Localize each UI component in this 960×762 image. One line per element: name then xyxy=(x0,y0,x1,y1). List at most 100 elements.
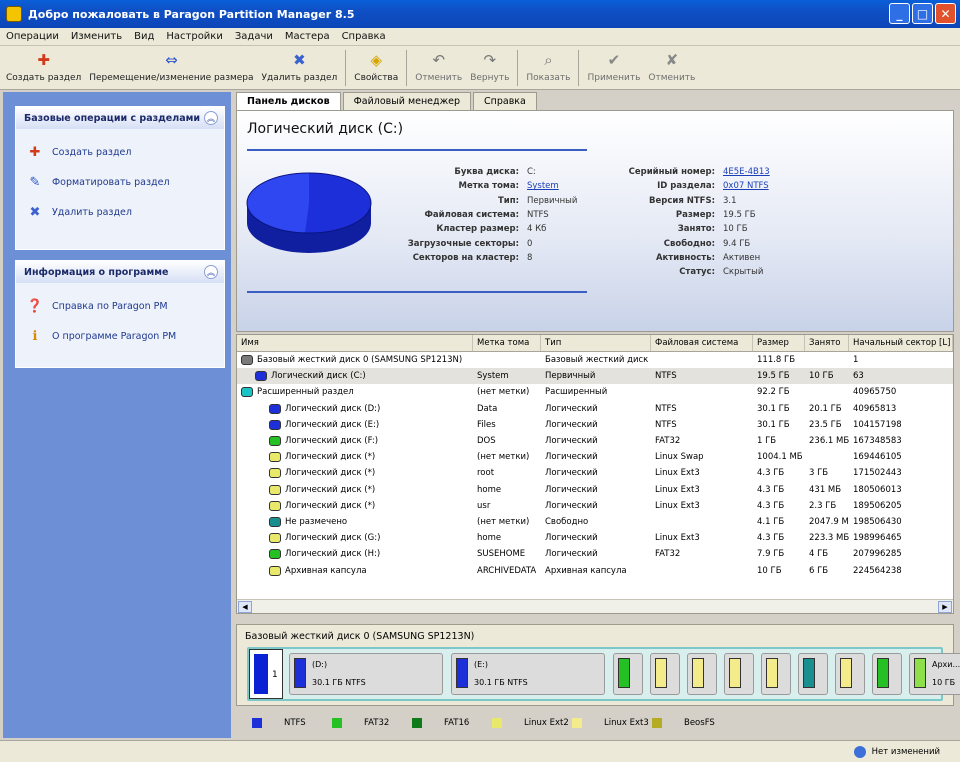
partition-block[interactable] xyxy=(650,653,680,695)
toolbar-button-resize-partition[interactable]: ⇔ Перемещение/изменение размера xyxy=(89,46,253,83)
sidebar-link[interactable]: ✎ Форматировать раздел xyxy=(16,167,224,197)
cell-start: 198996465 xyxy=(853,533,902,544)
horizontal-scrollbar[interactable]: ◀ ▶ xyxy=(237,599,953,613)
partition-block[interactable] xyxy=(872,653,902,695)
table-row[interactable]: Не размечено (нет метки) Свободно 4.1 ГБ 204… xyxy=(237,514,953,530)
column-header[interactable]: Файловая система xyxy=(651,335,753,351)
scroll-right-icon[interactable]: ▶ xyxy=(938,601,952,613)
table-row[interactable]: Логический диск (*) home Логический Linux E… xyxy=(237,482,953,498)
disk-icon xyxy=(269,484,281,495)
sidebar-link[interactable]: ✖ Удалить раздел xyxy=(16,197,224,227)
table-row[interactable]: Логический диск (D:) Data Логический NTFS 30… xyxy=(237,401,953,417)
cell-size: 1 ГБ xyxy=(757,436,777,447)
toolbar: ✚ Создать раздел ⇔ Перемещение/изменение ра… xyxy=(0,46,960,90)
sidebar-link[interactable]: ℹ О программе Paragon PM xyxy=(16,321,224,351)
tab-3[interactable]: Справка xyxy=(473,92,537,110)
detail-value: Первичный xyxy=(527,195,578,206)
minimize-icon[interactable]: _ xyxy=(889,3,910,24)
partition-block[interactable] xyxy=(835,653,865,695)
partition-block[interactable] xyxy=(613,653,643,695)
delete-partition-icon: ✖ xyxy=(293,51,306,69)
primary-partition-block[interactable]: 1 xyxy=(249,649,283,699)
detail-value: 0 xyxy=(527,238,533,249)
toolbar-button-search[interactable]: ⌕ Показать xyxy=(526,46,570,83)
table-row[interactable]: Логический диск (*) root Логический Linux E… xyxy=(237,465,953,481)
table-row[interactable]: Логический диск (G:) home Логический Linux … xyxy=(237,530,953,546)
cell-size: 1004.1 МБ xyxy=(757,452,803,463)
toolbar-button-delete-partition[interactable]: ✖ Удалить раздел xyxy=(262,46,338,83)
collapse-icon[interactable]: ︽ xyxy=(204,111,218,125)
menu-item[interactable]: Задачи xyxy=(235,31,273,42)
cell-size: 30.1 ГБ xyxy=(757,419,790,430)
detail-value[interactable]: 0x07 NTFS xyxy=(723,181,769,191)
partition-color-swatch xyxy=(254,654,268,694)
menu-bar: Операции Изменить Вид Настройки Задачи Мастер… xyxy=(0,28,960,46)
apply-check-icon: ✔ xyxy=(607,51,621,69)
cell-name: Логический диск (F:) xyxy=(237,436,473,447)
table-row[interactable]: Расширенный раздел (нет метки) Расширенный… xyxy=(237,384,953,400)
partition-block[interactable]: Архи... 10 ГБ xyxy=(909,653,960,695)
disk-icon xyxy=(269,452,281,463)
collapse-icon[interactable]: ︽ xyxy=(204,265,218,279)
column-header[interactable]: Занято xyxy=(805,335,849,351)
tab-2[interactable]: Файловый менеджер xyxy=(342,92,472,110)
partition-color-swatch xyxy=(803,658,815,688)
toolbar-button-apply-check[interactable]: ✔ Применить xyxy=(587,46,640,83)
column-header[interactable]: Размер xyxy=(753,335,805,351)
column-header[interactable]: Тип xyxy=(541,335,651,351)
toolbar-button-properties[interactable]: ◈ Свойства xyxy=(354,46,398,83)
panel-title: Базовые операции с разделами xyxy=(16,107,224,129)
partition-block[interactable] xyxy=(687,653,717,695)
disk-icon xyxy=(269,533,281,544)
detail-key: Метка тома: xyxy=(458,181,519,192)
menu-item[interactable]: Справка xyxy=(342,31,386,42)
table-row[interactable]: Архивная капсула ARCHIVEDATA Архивная капс… xyxy=(237,562,953,578)
disk-icon xyxy=(269,565,281,576)
close-icon[interactable]: ✕ xyxy=(935,3,956,24)
menu-item[interactable]: Операции xyxy=(6,31,59,42)
table-row[interactable]: Базовый жесткий диск 0 (SAMSUNG SP1213N)… xyxy=(237,352,953,368)
table-row[interactable]: Логический диск (E:) Files Логический NTFS 3… xyxy=(237,417,953,433)
cell-fs: Linux Ext3 xyxy=(655,533,700,544)
detail-value[interactable]: 4E5E-4B13 xyxy=(723,167,770,177)
menu-item[interactable]: Настройки xyxy=(166,31,222,42)
scroll-left-icon[interactable]: ◀ xyxy=(238,601,252,613)
cell-type: Расширенный xyxy=(545,387,608,398)
cell-label: ARCHIVEDATA xyxy=(477,565,537,576)
menu-item[interactable]: Мастера xyxy=(285,31,330,42)
table-row[interactable]: Логический диск (H:) SUSEHOME Логический FA… xyxy=(237,546,953,562)
partition-block[interactable] xyxy=(724,653,754,695)
menu-item[interactable]: Изменить xyxy=(71,31,122,42)
column-header[interactable]: Метка тома xyxy=(473,335,541,351)
toolbar-button-redo[interactable]: ↷ Вернуть xyxy=(470,46,509,83)
toolbar-button-cancel-x[interactable]: ✘ Отменить xyxy=(648,46,695,83)
partition-color-swatch xyxy=(655,658,667,688)
sidebar-link[interactable]: ✚ Создать раздел xyxy=(16,137,224,167)
maximize-icon[interactable]: □ xyxy=(912,3,933,24)
table-row[interactable]: Логический диск (*) (нет метки) Логический… xyxy=(237,449,953,465)
detail-value: 19.5 ГБ xyxy=(723,210,756,221)
partition-block[interactable] xyxy=(798,653,828,695)
toolbar-button-undo[interactable]: ↶ Отменить xyxy=(415,46,462,83)
partition-size: 30.1 ГБ NTFS xyxy=(474,678,528,687)
tab-1[interactable]: Панель дисков xyxy=(236,92,341,110)
detail-value[interactable]: System xyxy=(527,181,559,191)
disk-icon xyxy=(269,419,281,430)
sidebar-link[interactable]: ❓ Справка по Paragon PM xyxy=(16,291,224,321)
table-row[interactable]: Логический диск (C:) System Первичный NTFS 1… xyxy=(237,368,953,385)
column-header[interactable]: Имя xyxy=(237,335,473,351)
partition-block[interactable]: (D:) 30.1 ГБ NTFS xyxy=(289,653,443,695)
cell-start: 63 xyxy=(853,371,864,382)
toolbar-button-create-partition[interactable]: ✚ Создать раздел xyxy=(6,46,81,83)
menu-item[interactable]: Вид xyxy=(134,31,154,42)
partition-block[interactable]: (E:) 30.1 ГБ NTFS xyxy=(451,653,605,695)
cell-type: Первичный xyxy=(545,371,596,382)
app-icon xyxy=(6,6,22,22)
partition-block[interactable] xyxy=(761,653,791,695)
legend-swatch xyxy=(332,718,342,728)
cell-name: Логический диск (*) xyxy=(237,452,473,463)
table-row[interactable]: Логический диск (*) usr Логический Linux Ex… xyxy=(237,498,953,514)
table-row[interactable]: Логический диск (F:) DOS Логический FAT32 1 … xyxy=(237,433,953,449)
undo-icon: ↶ xyxy=(432,51,446,69)
column-header[interactable]: Начальный сектор [L] xyxy=(849,335,953,351)
